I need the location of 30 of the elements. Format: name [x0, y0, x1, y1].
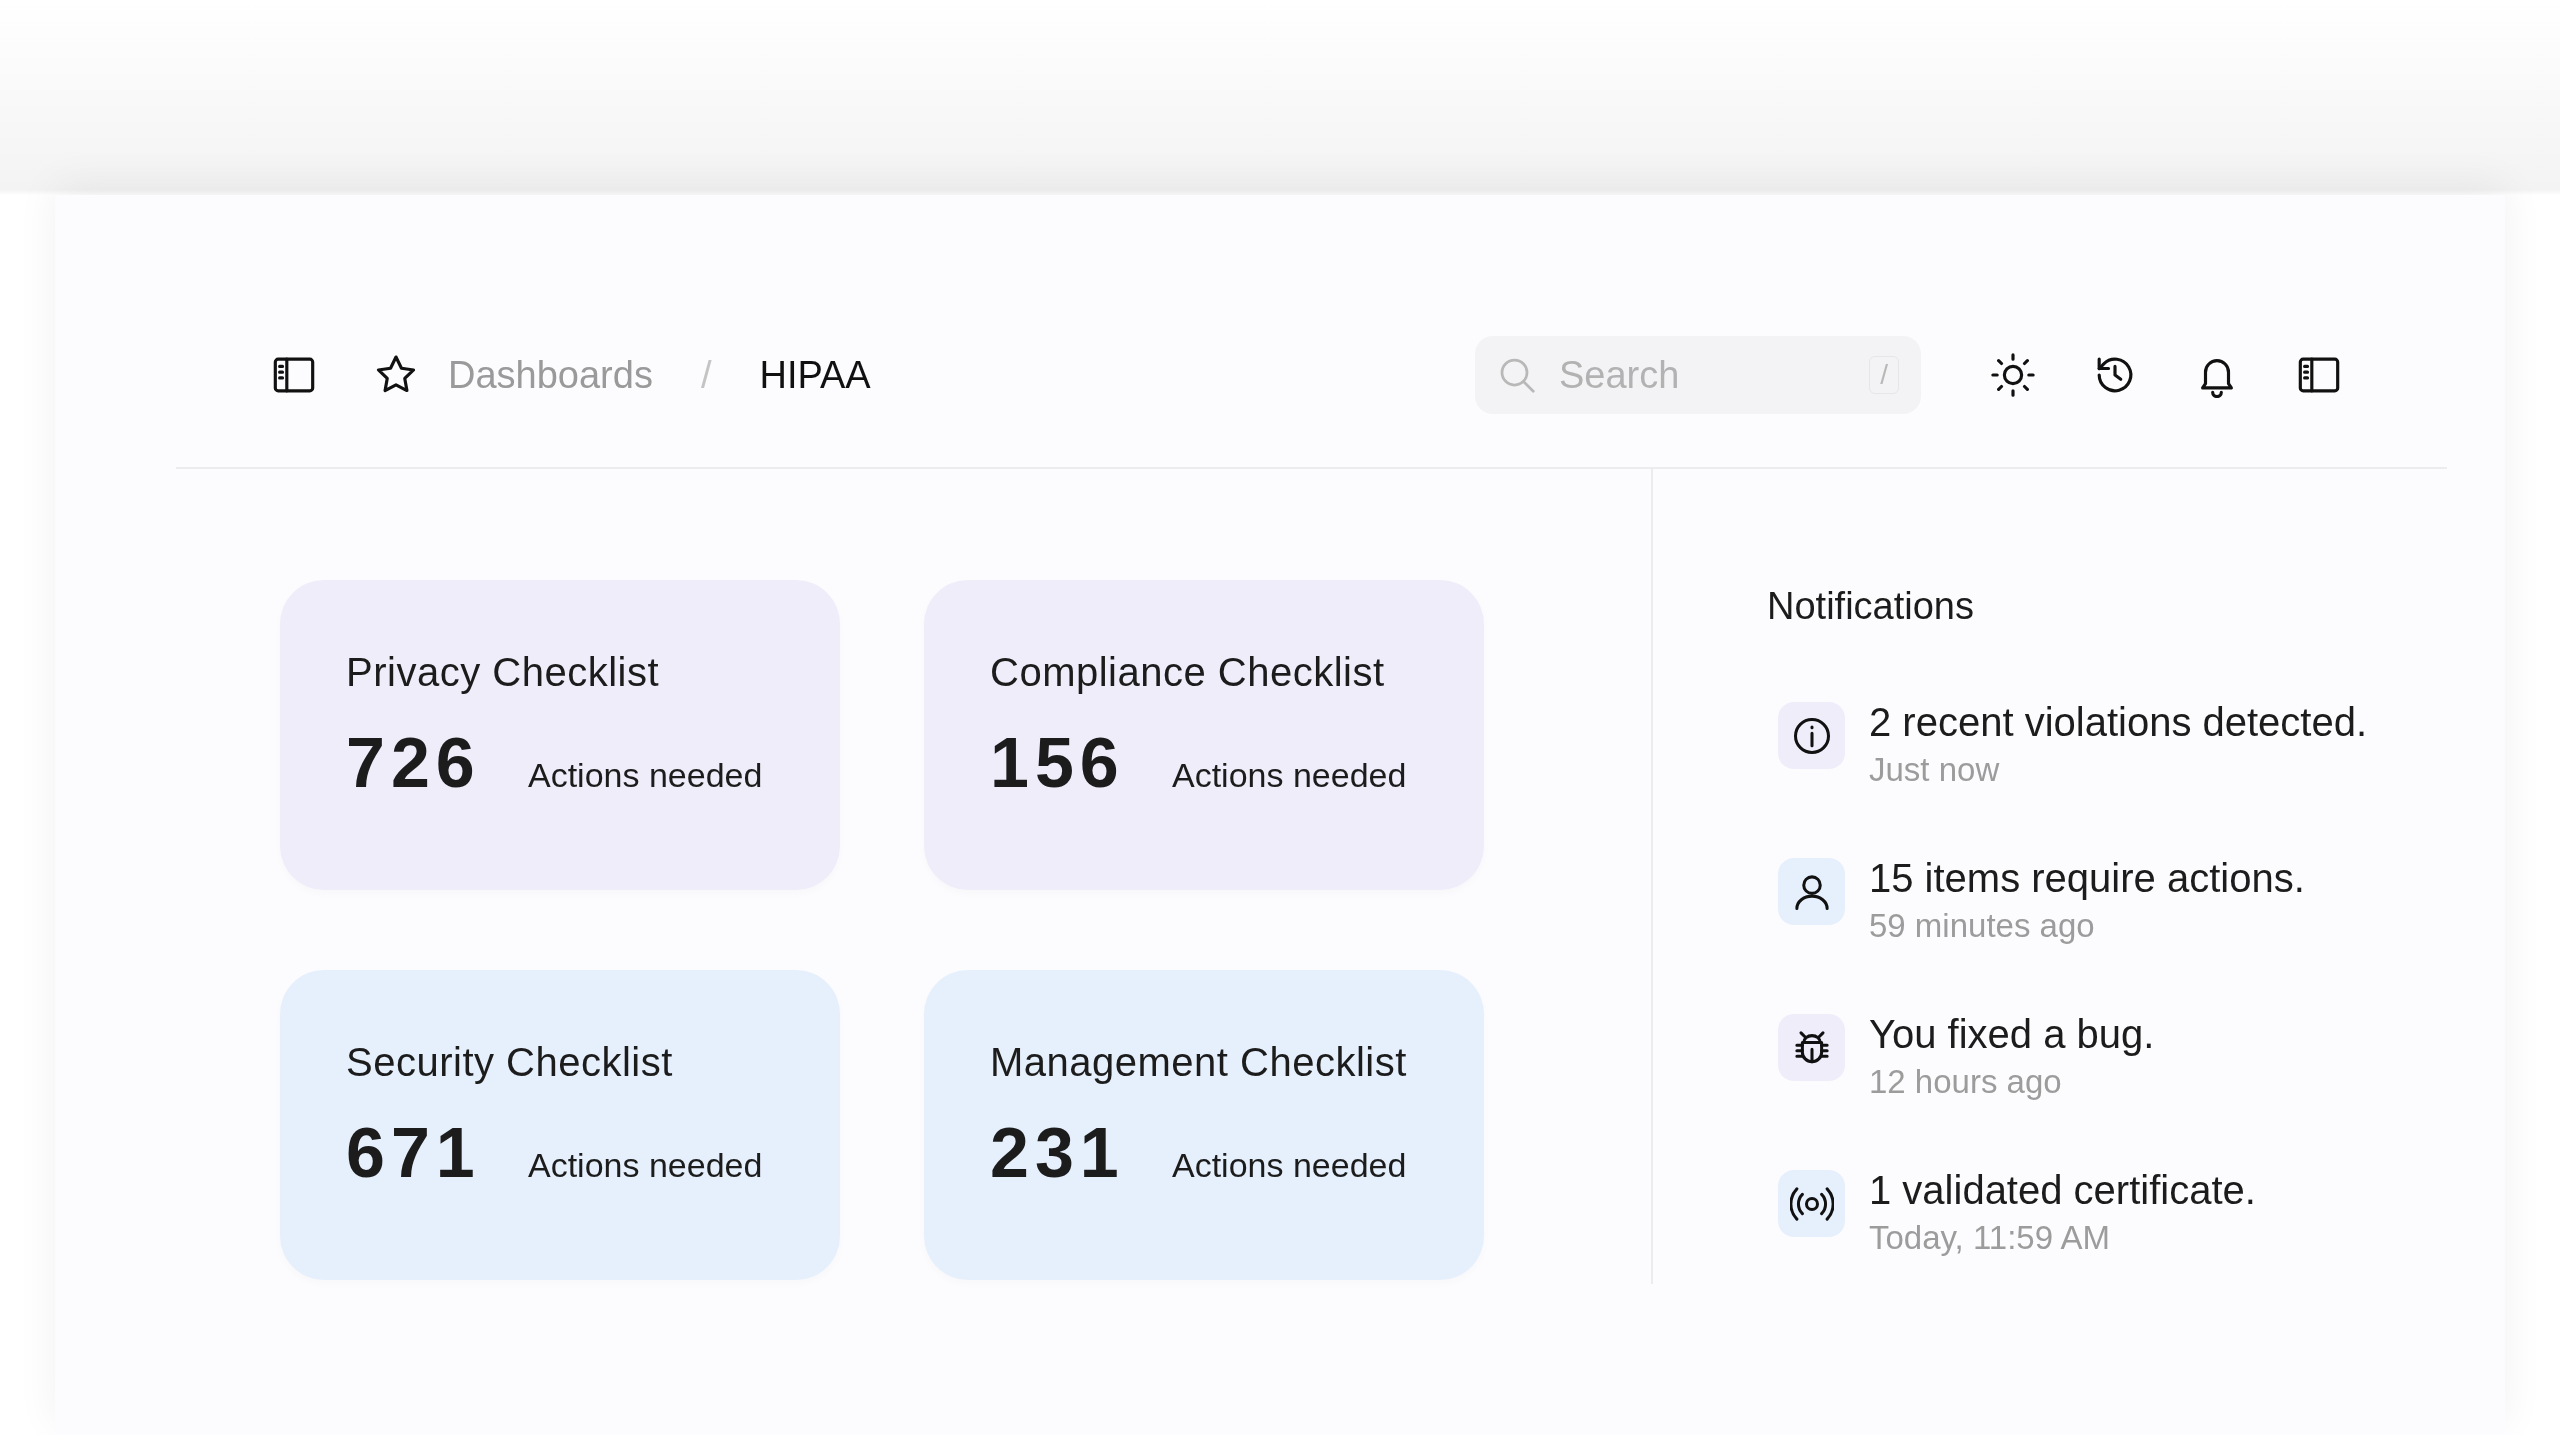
notification-time: Today, 11:59 AM: [1869, 1219, 2111, 1257]
notification-time: 59 minutes ago: [1869, 907, 2096, 945]
checklist-card[interactable]: Security Checklist 671 Actions needed: [280, 970, 840, 1280]
notification-text: 1 validated certificate.: [1869, 1168, 2256, 1213]
action-count: 671: [346, 1113, 482, 1193]
action-count: 156: [990, 723, 1126, 803]
notification-time: 12 hours ago: [1869, 1063, 2063, 1101]
breadcrumb-separator: /: [700, 353, 712, 397]
card-title: Privacy Checklist: [346, 650, 660, 695]
notification-text: 15 items require actions.: [1869, 856, 2305, 901]
card-title: Management Checklist: [990, 1040, 1408, 1085]
checklist-card[interactable]: Management Checklist 231 Actions needed: [924, 970, 1484, 1280]
checklist-card[interactable]: Compliance Checklist 156 Actions needed: [924, 580, 1484, 890]
checklist-card[interactable]: Privacy Checklist 726 Actions needed: [280, 580, 840, 890]
search-input[interactable]: Search: [1557, 352, 1850, 398]
action-count: 231: [990, 1113, 1126, 1193]
card-caption: Actions needed: [1172, 756, 1407, 795]
notification-time: Just now: [1869, 751, 2001, 789]
breadcrumb-item: HIPAA: [759, 353, 871, 397]
shortcut-hint: /: [1869, 356, 1899, 394]
card-title: Compliance Checklist: [990, 650, 1386, 695]
sun-icon[interactable]: [1989, 351, 2037, 399]
card-caption: Actions needed: [1172, 1146, 1407, 1185]
card-caption: Actions needed: [528, 756, 763, 795]
action-count: 726: [346, 723, 482, 803]
notification-text: You fixed a bug.: [1869, 1012, 2155, 1057]
notification-text: 2 recent violations detected.: [1869, 700, 2368, 745]
notifications-title: Notifications: [1767, 585, 1975, 628]
card-title: Security Checklist: [346, 1040, 674, 1085]
card-caption: Actions needed: [528, 1146, 763, 1185]
